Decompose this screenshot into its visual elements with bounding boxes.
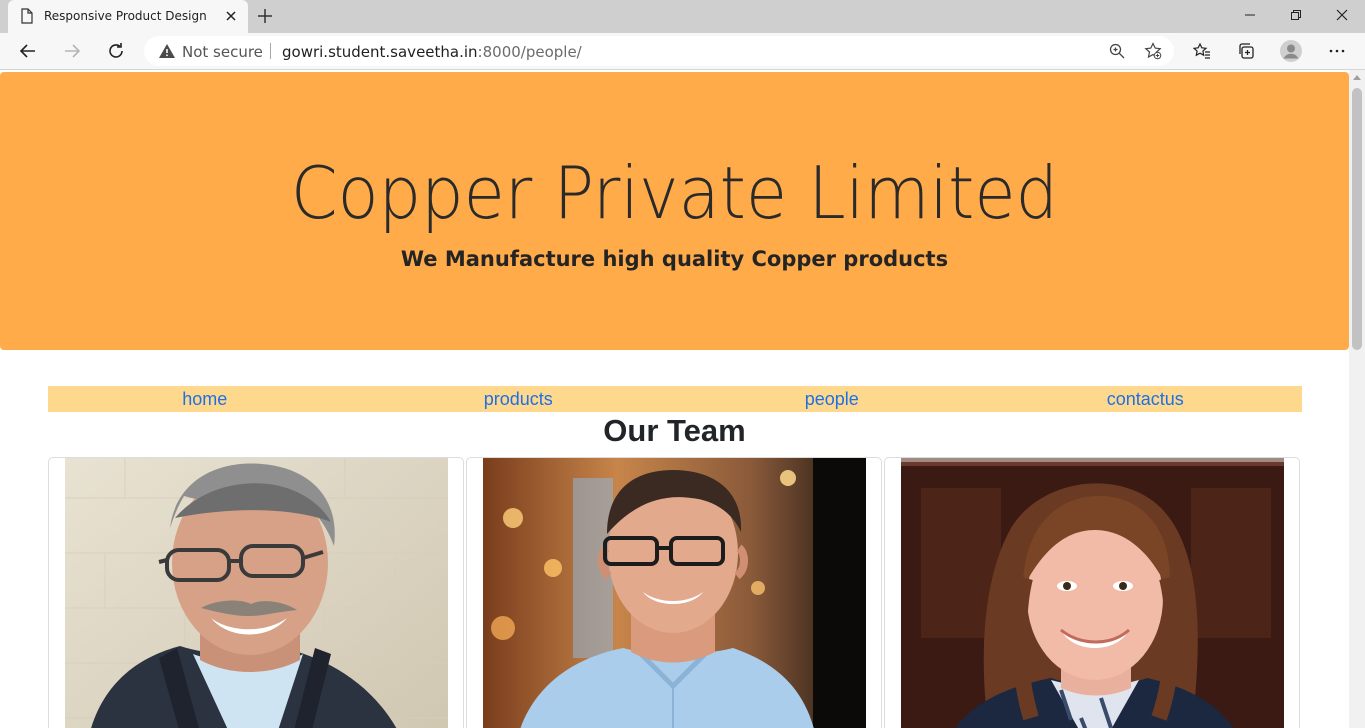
- refresh-icon: [109, 43, 123, 58]
- scroll-up-icon[interactable]: [1353, 74, 1361, 80]
- new-tab-icon[interactable]: [256, 7, 274, 25]
- add-favorite-icon[interactable]: [1144, 42, 1162, 60]
- close-icon: [1336, 9, 1348, 21]
- collections-icon: [1239, 43, 1254, 59]
- address-bar[interactable]: Not secure gowri.student.saveetha.in:800…: [144, 36, 1174, 66]
- minimize-button[interactable]: [1227, 0, 1273, 30]
- forward-button[interactable]: [56, 35, 88, 67]
- team-heading: Our Team: [603, 413, 746, 448]
- tab-title: Responsive Product Design: [44, 9, 207, 23]
- woman-brown-hair-photo: [901, 458, 1284, 728]
- favorites-button[interactable]: [1186, 35, 1218, 67]
- man-gray-hair-glasses-photo: [65, 458, 448, 728]
- profile-button[interactable]: [1275, 35, 1307, 67]
- company-title: Copper Private Limited: [290, 151, 1059, 235]
- restore-icon: [1291, 10, 1301, 20]
- scroll-thumb[interactable]: [1352, 88, 1362, 350]
- hero-banner: Copper Private Limited We Manufacture hi…: [0, 72, 1349, 350]
- nav-contactus-link[interactable]: contactus: [989, 386, 1303, 412]
- page-icon: [21, 8, 33, 24]
- url-host: gowri.student.saveetha.in: [282, 43, 478, 61]
- collections-button[interactable]: [1230, 35, 1262, 67]
- browser-tabstrip: Responsive Product Design: [0, 0, 1365, 33]
- team-member-card: [466, 457, 882, 728]
- url-path: :8000/people/: [477, 43, 582, 61]
- address-divider: [270, 43, 271, 59]
- restore-button[interactable]: [1273, 0, 1319, 30]
- team-member-card: [884, 457, 1300, 728]
- forward-arrow-icon: [65, 44, 81, 58]
- back-arrow-icon: [19, 44, 35, 58]
- minimize-icon: [1245, 14, 1255, 16]
- main-nav: home products people contactus: [48, 386, 1302, 412]
- back-button[interactable]: [12, 35, 44, 67]
- nav-home-link[interactable]: home: [48, 386, 362, 412]
- warning-icon: [159, 44, 175, 58]
- security-label[interactable]: Not secure: [182, 43, 263, 61]
- nav-people-link[interactable]: people: [675, 386, 989, 412]
- zoom-icon[interactable]: [1108, 42, 1126, 60]
- avatar-icon: [1280, 40, 1302, 62]
- page-scrollbar[interactable]: [1349, 70, 1365, 728]
- favorites-icon: [1193, 42, 1210, 59]
- close-tab-icon[interactable]: [224, 9, 238, 23]
- close-window-button[interactable]: [1319, 0, 1365, 30]
- team-member-card: [48, 457, 464, 728]
- refresh-button[interactable]: [100, 35, 132, 67]
- company-tagline: We Manufacture high quality Copper produ…: [400, 247, 949, 271]
- man-glasses-blue-shirt-photo: [483, 458, 866, 728]
- page-viewport: Copper Private Limited We Manufacture hi…: [0, 70, 1349, 728]
- more-icon: [1329, 49, 1345, 53]
- browser-toolbar: Not secure gowri.student.saveetha.in:800…: [0, 33, 1365, 70]
- browser-tab[interactable]: Responsive Product Design: [8, 0, 248, 33]
- url-text[interactable]: gowri.student.saveetha.in:8000/people/: [282, 43, 582, 61]
- nav-products-link[interactable]: products: [362, 386, 676, 412]
- settings-menu-button[interactable]: [1321, 35, 1353, 67]
